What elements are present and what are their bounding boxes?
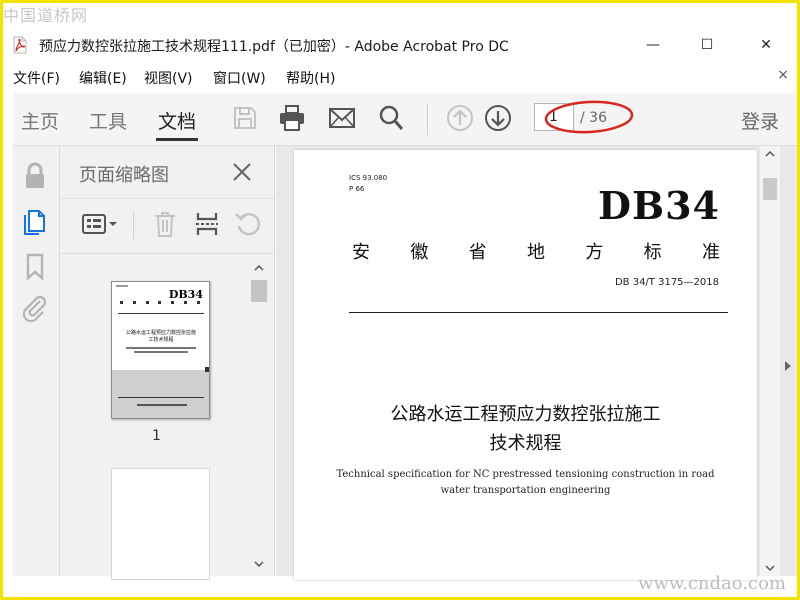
maximize-icon: ☐ <box>700 37 714 53</box>
toolbar: 主页 工具 文档 1 / 36 登录 <box>13 93 797 146</box>
active-tab-underline <box>156 138 198 141</box>
std-char: 准 <box>701 242 720 263</box>
delete-page-icon[interactable] <box>150 209 180 239</box>
menu-window[interactable]: 窗口(W) <box>213 68 266 88</box>
header-rule <box>349 312 728 313</box>
tab-tools[interactable]: 工具 <box>89 107 127 134</box>
scroll-up-icon[interactable] <box>254 264 264 272</box>
page-thumbnails-icon[interactable] <box>19 204 51 236</box>
document-viewer: ICS 93.080 P 66 DB34 安 徽 省 地 方 标 准 DB 34… <box>276 146 797 580</box>
p-code: P 66 <box>349 185 365 193</box>
page-up-icon[interactable] <box>445 103 475 133</box>
thumb-db-label: DB34 <box>168 288 203 301</box>
menu-edit[interactable]: 编辑(E) <box>79 68 127 88</box>
login-button[interactable]: 登录 <box>741 107 779 134</box>
scroll-down-icon[interactable] <box>254 560 264 568</box>
thumbnail-options-icon[interactable] <box>80 209 120 239</box>
db-heading: DB34 <box>598 183 720 228</box>
page-thumbnail-1[interactable]: DB34 公路水运工程预应力数控张拉施工技术规程 <box>111 281 210 419</box>
panel-title: 页面缩略图 <box>79 165 169 186</box>
document-scroll-thumb[interactable] <box>763 178 777 200</box>
thumbnail-scrollbar[interactable] <box>248 258 270 576</box>
thumbnail-scroll-thumb[interactable] <box>251 280 267 302</box>
page-number-input[interactable]: 1 <box>534 103 574 131</box>
minimize-icon: — <box>646 37 660 53</box>
page-total: / 36 <box>580 110 607 126</box>
thumb-viewport-overlay <box>112 370 209 418</box>
minimize-button[interactable]: — <box>633 32 673 58</box>
standard-type-line: 安 徽 省 地 方 标 准 <box>352 238 720 264</box>
save-icon[interactable] <box>230 103 260 133</box>
rotate-page-icon[interactable] <box>233 209 263 239</box>
close-panel-icon[interactable] <box>230 160 254 184</box>
close-icon: ✕ <box>760 37 772 53</box>
thumb-title: 公路水运工程预应力数控张拉施工技术规程 <box>126 330 197 343</box>
bookmark-icon[interactable] <box>19 250 51 282</box>
thumb-page-label: 1 <box>152 428 161 444</box>
standard-code: DB 34/T 3175—2018 <box>614 277 719 288</box>
menu-file[interactable]: 文件(F) <box>13 68 60 88</box>
panel-toolbar <box>60 198 274 254</box>
pdf-file-icon <box>13 36 27 54</box>
left-navigation <box>13 146 60 576</box>
doc-scroll-down-icon[interactable] <box>765 564 775 572</box>
std-char: 安 <box>352 242 370 263</box>
tab-home[interactable]: 主页 <box>21 107 59 134</box>
std-char: 地 <box>526 242 545 263</box>
title-bar: 预应力数控张拉施工技术规程111.pdf（已加密）- Adobe Acrobat… <box>3 28 797 62</box>
menu-view[interactable]: 视图(V) <box>144 68 193 88</box>
std-char: 徽 <box>410 242 429 263</box>
mail-icon[interactable] <box>327 103 357 133</box>
tab-document[interactable]: 文档 <box>158 107 196 134</box>
watermark-bottom: www.cndao.com <box>638 573 786 594</box>
attachment-icon[interactable] <box>19 292 51 324</box>
extract-page-icon[interactable] <box>192 209 222 239</box>
page-down-icon[interactable] <box>483 103 513 133</box>
menu-bar: 文件(F) 编辑(E) 视图(V) 窗口(W) 帮助(H) × <box>3 64 797 88</box>
panel-separator <box>133 211 134 239</box>
watermark-top: 中国道桥网 <box>3 6 89 25</box>
menubar-close-icon[interactable]: × <box>777 67 789 83</box>
search-icon[interactable] <box>376 103 406 133</box>
lock-icon[interactable] <box>19 160 51 192</box>
collapse-right-icon[interactable] <box>784 360 792 372</box>
doc-title-line2: 技术规程 <box>489 433 562 454</box>
toolbar-separator <box>427 103 428 135</box>
std-char: 方 <box>585 242 604 263</box>
maximize-button[interactable]: ☐ <box>687 32 727 58</box>
doc-title-line1: 公路水运工程预应力数控张拉施工 <box>390 404 661 425</box>
english-title: Technical specification for NC prestress… <box>336 469 715 496</box>
close-window-button[interactable]: ✕ <box>746 32 786 58</box>
std-char: 标 <box>643 242 662 263</box>
print-icon[interactable] <box>277 103 307 133</box>
pdf-page[interactable]: ICS 93.080 P 66 DB34 安 徽 省 地 方 标 准 DB 34… <box>294 150 757 580</box>
std-char: 省 <box>468 242 487 263</box>
ics-code: ICS 93.080 <box>349 174 388 182</box>
menu-help[interactable]: 帮助(H) <box>286 68 335 88</box>
page-thumbnail-2[interactable] <box>111 468 210 580</box>
window-title: 预应力数控张拉施工技术规程111.pdf（已加密）- Adobe Acrobat… <box>39 39 509 55</box>
thumbnails-panel: 页面缩略图 DB34 公路水运工程预应力数控张拉施工技术规程 1 <box>60 146 275 580</box>
document-scrollbar[interactable] <box>760 146 780 576</box>
doc-scroll-up-icon[interactable] <box>765 150 775 158</box>
